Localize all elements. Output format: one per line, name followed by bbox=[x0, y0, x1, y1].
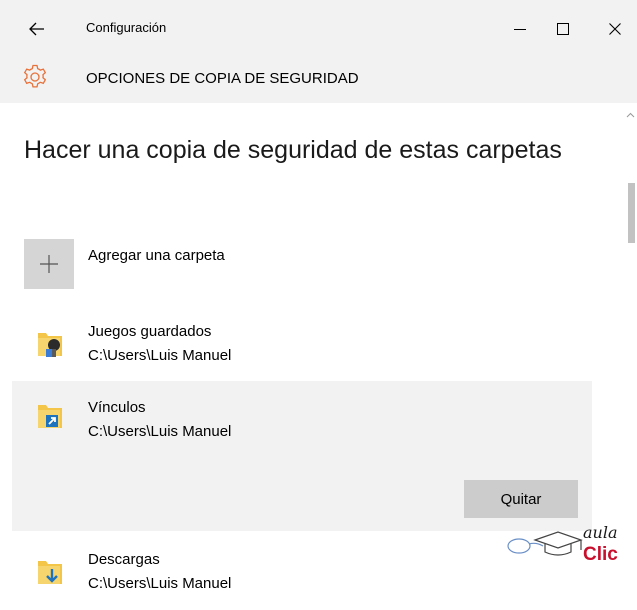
folder-item-links[interactable]: Vínculos C:\Users\Luis Manuel Quitar bbox=[12, 381, 592, 531]
remove-button[interactable]: Quitar bbox=[464, 480, 578, 518]
maximize-icon bbox=[557, 23, 569, 35]
folder-path: C:\Users\Luis Manuel bbox=[88, 575, 232, 592]
close-icon bbox=[609, 23, 621, 35]
downloads-folder-icon bbox=[38, 561, 62, 584]
back-button[interactable] bbox=[22, 16, 52, 42]
page-title: Hacer una copia de seguridad de estas ca… bbox=[24, 136, 562, 164]
links-folder-icon bbox=[38, 405, 62, 428]
logo-text-aula: aula bbox=[583, 523, 618, 542]
back-arrow-icon bbox=[29, 22, 44, 36]
vertical-scrollbar[interactable] bbox=[624, 103, 637, 610]
scroll-up-arrow-icon[interactable] bbox=[626, 111, 635, 120]
folder-path: C:\Users\Luis Manuel bbox=[88, 423, 232, 440]
scrollbar-thumb[interactable] bbox=[628, 183, 635, 243]
saved-games-folder-icon bbox=[38, 333, 62, 357]
folder-name: Juegos guardados bbox=[88, 323, 212, 340]
close-button[interactable] bbox=[595, 14, 635, 44]
folder-path: C:\Users\Luis Manuel bbox=[88, 347, 232, 364]
folder-name: Descargas bbox=[88, 551, 160, 568]
add-folder-button[interactable]: Agregar una carpeta bbox=[24, 239, 324, 293]
plus-icon bbox=[40, 255, 58, 273]
settings-window: Configuración OPCIONES DE COPIA DE SEGUR… bbox=[0, 0, 637, 610]
window-title: Configuración bbox=[86, 20, 167, 35]
minimize-button[interactable] bbox=[500, 14, 540, 44]
folder-name: Vínculos bbox=[88, 399, 146, 416]
mouse-mortarboard-logo bbox=[507, 531, 583, 556]
maximize-button[interactable] bbox=[543, 14, 583, 44]
add-folder-label: Agregar una carpeta bbox=[88, 247, 225, 264]
section-title: OPCIONES DE COPIA DE SEGURIDAD bbox=[86, 70, 359, 87]
logo-text-clic: Clic bbox=[583, 544, 618, 565]
add-folder-box[interactable] bbox=[24, 239, 74, 289]
folder-item-saved-games[interactable]: Juegos guardados C:\Users\Luis Manuel bbox=[12, 311, 592, 381]
gear-icon bbox=[23, 64, 47, 88]
title-bar: Configuración bbox=[0, 0, 637, 58]
minimize-icon bbox=[514, 29, 526, 30]
aulaclic-logo: aula Clic bbox=[507, 523, 618, 565]
page-header: OPCIONES DE COPIA DE SEGURIDAD bbox=[0, 58, 637, 103]
